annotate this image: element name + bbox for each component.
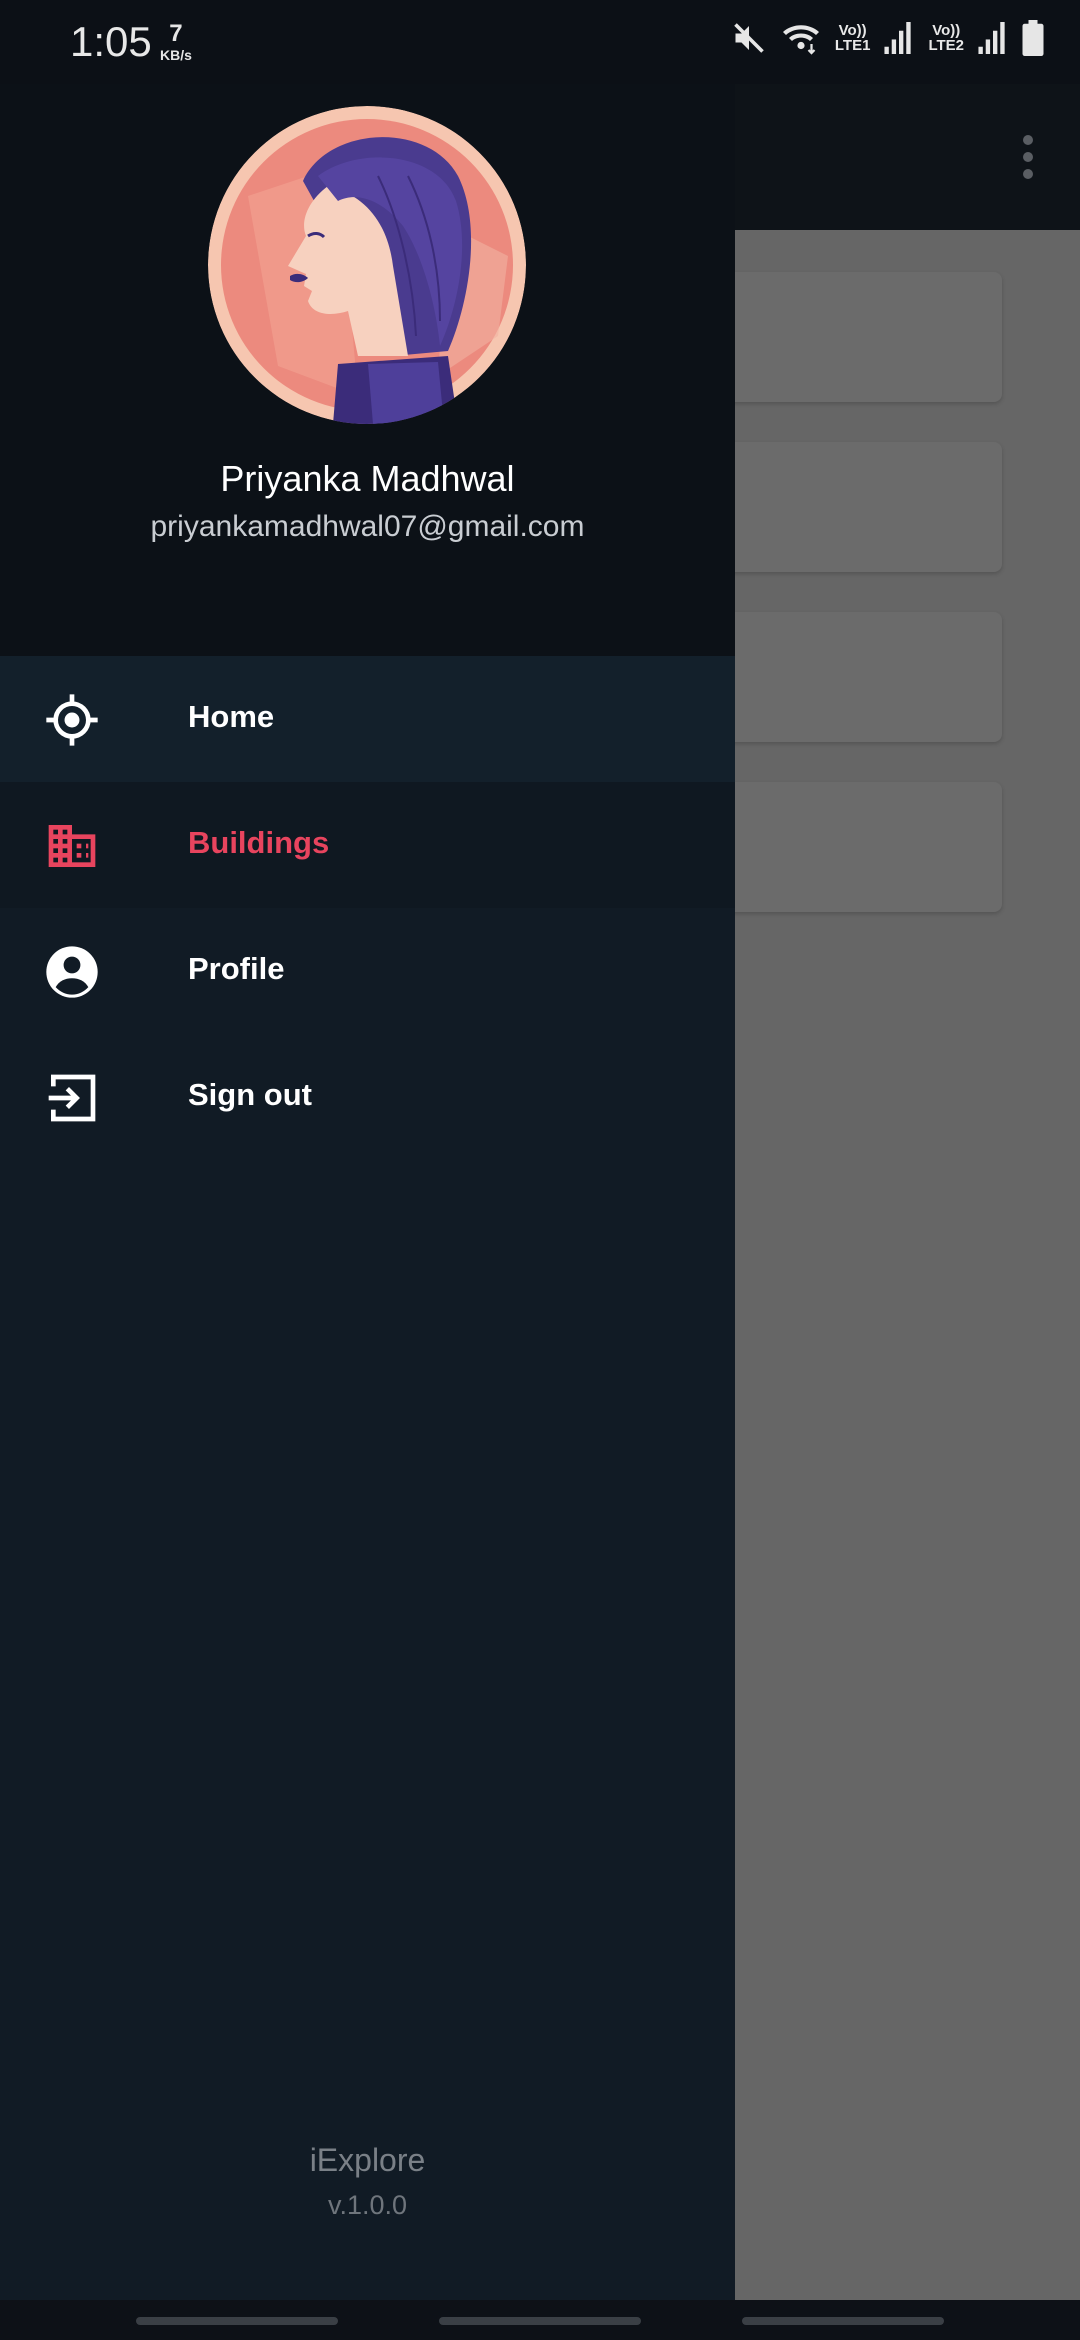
user-name: Priyanka Madhwal <box>220 458 515 499</box>
nav-label-profile: Profile <box>188 951 285 986</box>
nav-gesture-handle[interactable] <box>136 2317 338 2325</box>
nav-item-buildings[interactable]: Buildings <box>0 782 735 908</box>
nav-item-sign-out[interactable]: Sign out <box>0 1034 735 1160</box>
sim2-lte-label: LTE2 <box>928 37 964 54</box>
app-name: iExplore <box>309 2142 426 2178</box>
status-icons: Vo)) LTE1 Vo)) LTE2 <box>731 20 1044 56</box>
sign-out-icon <box>44 1070 100 1126</box>
nav-label-buildings: Buildings <box>188 825 330 860</box>
system-nav-bar <box>0 2300 1080 2340</box>
navigation-drawer: Priyanka Madhwal priyankamadhwal07@gmail… <box>0 84 735 2300</box>
status-bar: 1:05 7 KB/s Vo)) LTE1 Vo)) LTE2 <box>0 0 1080 84</box>
more-vert-icon[interactable] <box>1016 135 1040 179</box>
building-icon <box>44 818 100 874</box>
nav-item-profile[interactable]: Profile <box>0 908 735 1034</box>
avatar[interactable] <box>208 106 526 424</box>
nav-gesture-handle[interactable] <box>742 2317 944 2325</box>
status-time: 1:05 <box>70 18 152 65</box>
nav-item-home[interactable]: Home <box>0 656 735 782</box>
battery-icon <box>1022 20 1044 56</box>
network-speed-unit: KB/s <box>160 47 192 63</box>
sim1-lte-label: LTE1 <box>834 37 871 54</box>
drawer-header: Priyanka Madhwal priyankamadhwal07@gmail… <box>0 84 735 656</box>
sim2-lte-indicator: Vo)) LTE2 <box>928 23 964 53</box>
screen: 1:05 7 KB/s Vo)) LTE1 Vo)) LTE2 Priyanka… <box>0 0 1080 2340</box>
mute-icon <box>731 20 767 56</box>
signal-icon <box>978 22 1008 54</box>
nav-label-sign-out: Sign out <box>188 1077 312 1112</box>
target-icon <box>44 692 100 748</box>
signal-icon <box>884 22 914 54</box>
network-speed: 7 KB/s <box>160 20 192 63</box>
sim1-lte-indicator: Vo)) LTE1 <box>835 23 871 53</box>
account-circle-icon <box>44 944 100 1000</box>
app-version: v.1.0.0 <box>327 2190 408 2220</box>
nav-gesture-handle[interactable] <box>439 2317 641 2325</box>
network-speed-value: 7 <box>169 20 183 47</box>
wifi-icon <box>781 20 821 56</box>
user-email: priyankamadhwal07@gmail.com <box>150 510 585 543</box>
nav-label-home: Home <box>188 699 275 734</box>
